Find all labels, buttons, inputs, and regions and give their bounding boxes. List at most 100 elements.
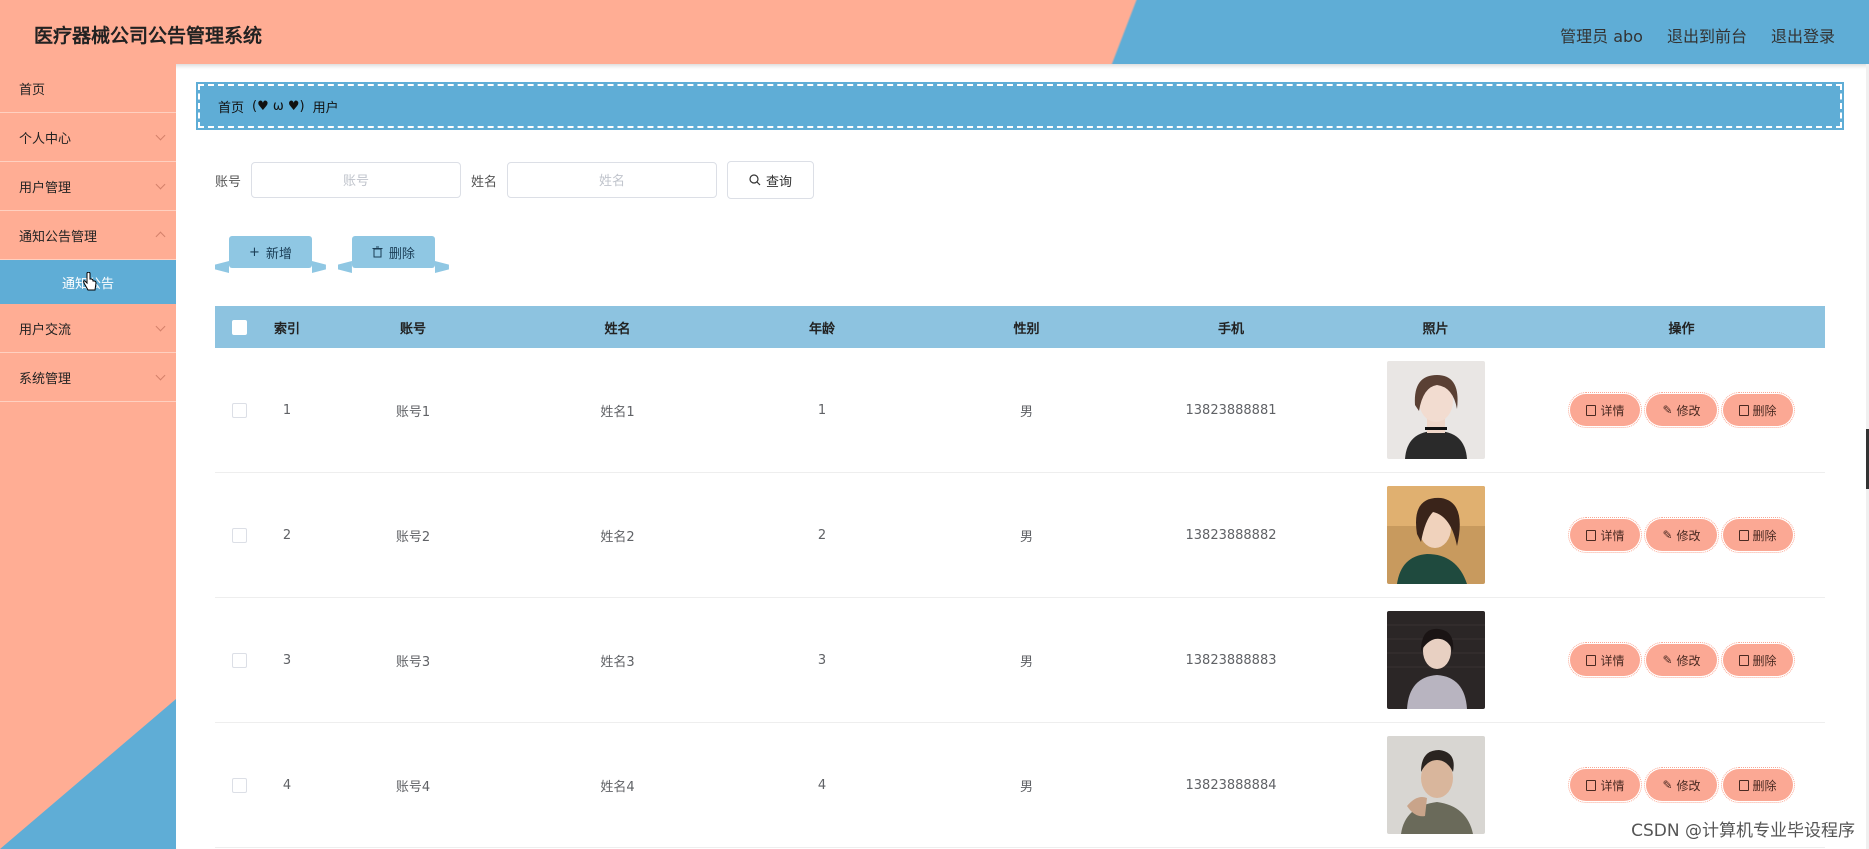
add-button[interactable]: + 新增: [229, 236, 312, 268]
user-photo[interactable]: [1386, 611, 1485, 709]
breadcrumb-current: 用户: [312, 100, 339, 116]
col-header-actions: 操作: [1668, 321, 1695, 337]
batch-delete-button[interactable]: 删除: [351, 236, 435, 268]
row-checkbox[interactable]: [231, 402, 247, 418]
trash-icon: [1738, 404, 1749, 416]
cell-phone: 13823888883: [1185, 652, 1277, 668]
account-search-input[interactable]: [251, 162, 462, 198]
cell-name: 姓名1: [600, 404, 635, 420]
exit-to-frontend-link[interactable]: 退出到前台: [1667, 23, 1747, 47]
name-search-input[interactable]: [507, 162, 718, 198]
delete-button[interactable]: 删除: [1720, 392, 1795, 428]
cell-account: 账号4: [395, 779, 431, 795]
row-actions-cell: 详情 ✎ 修改 删除: [1538, 767, 1825, 803]
cell-sex: 男: [1019, 654, 1033, 670]
account-label: 账号: [215, 174, 242, 190]
cell-photo: [1333, 736, 1538, 834]
cell-index: 4: [282, 777, 292, 793]
delete-button[interactable]: 删除: [1720, 517, 1795, 553]
cell-phone: 13823888884: [1185, 777, 1277, 793]
query-button[interactable]: 查询: [727, 161, 815, 199]
cell-sex: 男: [1019, 779, 1033, 795]
row-actions-cell: 详情 ✎ 修改 删除: [1538, 392, 1825, 428]
sidebar-item-personal-center[interactable]: 个人中心: [0, 113, 176, 162]
detail-button-label: 详情: [1600, 778, 1625, 793]
search-bar: 账号 姓名 查询: [215, 161, 815, 199]
breadcrumb-home[interactable]: 首页: [218, 97, 244, 116]
document-icon: [1586, 529, 1597, 541]
add-button-label: 新增: [265, 246, 292, 262]
cell-index: 1: [282, 402, 292, 418]
sidebar-item-label: 通知公告管理: [19, 229, 98, 245]
row-select-cell: [215, 652, 263, 668]
sidebar-item-system-management[interactable]: 系统管理: [0, 353, 176, 402]
col-header-age: 年龄: [808, 321, 835, 337]
cell-name: 姓名2: [600, 529, 635, 545]
detail-button[interactable]: 详情: [1568, 767, 1643, 803]
delete-button[interactable]: 删除: [1720, 642, 1795, 678]
sidebar-item-notice-management[interactable]: 通知公告管理: [0, 211, 176, 260]
chevron-down-icon: [155, 130, 166, 141]
pencil-icon: ✎: [1662, 778, 1673, 792]
watermark: CSDN @计算机专业毕设程序: [1631, 821, 1855, 841]
edit-button[interactable]: ✎ 修改: [1644, 392, 1719, 428]
edit-button[interactable]: ✎ 修改: [1644, 517, 1719, 553]
table-row: 3 账号3 姓名3 3 男 13823888883 详情 ✎ 修改 删除: [215, 598, 1825, 723]
row-checkbox[interactable]: [231, 777, 247, 793]
edit-button-label: 修改: [1676, 403, 1701, 418]
cell-name: 姓名3: [600, 654, 635, 670]
delete-button[interactable]: 删除: [1720, 767, 1795, 803]
delete-button-label: 删除: [1752, 403, 1777, 418]
delete-button-label: 删除: [1752, 528, 1777, 543]
row-checkbox[interactable]: [231, 527, 247, 543]
cell-account: 账号1: [395, 404, 431, 420]
sidebar-subitem-notice[interactable]: 通知公告: [0, 260, 176, 304]
sidebar-item-user-exchange[interactable]: 用户交流: [0, 304, 176, 353]
admin-user-link[interactable]: 管理员 abo: [1560, 23, 1643, 47]
edit-button[interactable]: ✎ 修改: [1644, 767, 1719, 803]
col-header-name: 姓名: [604, 321, 631, 337]
edit-button[interactable]: ✎ 修改: [1644, 642, 1719, 678]
sidebar-item-home[interactable]: 首页: [0, 64, 176, 113]
edit-button-label: 修改: [1676, 528, 1701, 543]
detail-button[interactable]: 详情: [1568, 517, 1643, 553]
cell-account: 账号3: [395, 654, 431, 670]
row-checkbox[interactable]: [231, 652, 247, 668]
sidebar-item-label: 首页: [19, 82, 46, 98]
logout-link[interactable]: 退出登录: [1771, 23, 1835, 47]
detail-button[interactable]: 详情: [1568, 392, 1643, 428]
detail-button[interactable]: 详情: [1568, 642, 1643, 678]
user-photo[interactable]: [1386, 736, 1485, 834]
row-select-cell: [215, 527, 263, 543]
cell-phone: 13823888882: [1185, 527, 1277, 543]
cell-age: 3: [817, 652, 827, 668]
user-photo[interactable]: [1386, 361, 1485, 459]
pencil-icon: ✎: [1662, 528, 1673, 542]
row-actions-cell: 详情 ✎ 修改 删除: [1538, 517, 1825, 553]
app-title: 医疗器械公司公告管理系统: [34, 25, 263, 47]
cell-sex: 男: [1019, 404, 1033, 420]
table-row: 4 账号4 姓名4 4 男 13823888884 详情 ✎ 修改 删除: [215, 723, 1825, 848]
cell-sex: 男: [1019, 529, 1033, 545]
sidebar-corner-decoration: [0, 699, 176, 849]
document-icon: [1586, 779, 1597, 791]
cell-account: 账号2: [395, 529, 431, 545]
delete-button-label: 删除: [1752, 653, 1777, 668]
action-toolbar: + 新增 删除: [215, 236, 449, 268]
cell-age: 1: [817, 402, 827, 418]
user-photo[interactable]: [1386, 486, 1485, 584]
edit-button-label: 修改: [1676, 778, 1701, 793]
sidebar-item-user-management[interactable]: 用户管理: [0, 162, 176, 211]
table-header: 索引 账号 姓名 年龄 性别 手机 照片 操作: [215, 306, 1825, 348]
search-icon: [749, 174, 761, 186]
document-icon: [1586, 404, 1597, 416]
breadcrumb: 首页 (♥ ω ♥) 用户: [196, 82, 1844, 130]
row-select-cell: [215, 402, 263, 418]
trash-icon: [1738, 529, 1749, 541]
cell-photo: [1333, 361, 1538, 459]
col-header-account: 账号: [399, 321, 426, 337]
select-all-checkbox[interactable]: [231, 319, 247, 335]
sidebar: 首页 个人中心 用户管理 通知公告管理 通知公告 用户交流 系统管理: [0, 64, 176, 849]
cell-photo: [1333, 611, 1538, 709]
delete-button-label: 删除: [388, 246, 415, 262]
